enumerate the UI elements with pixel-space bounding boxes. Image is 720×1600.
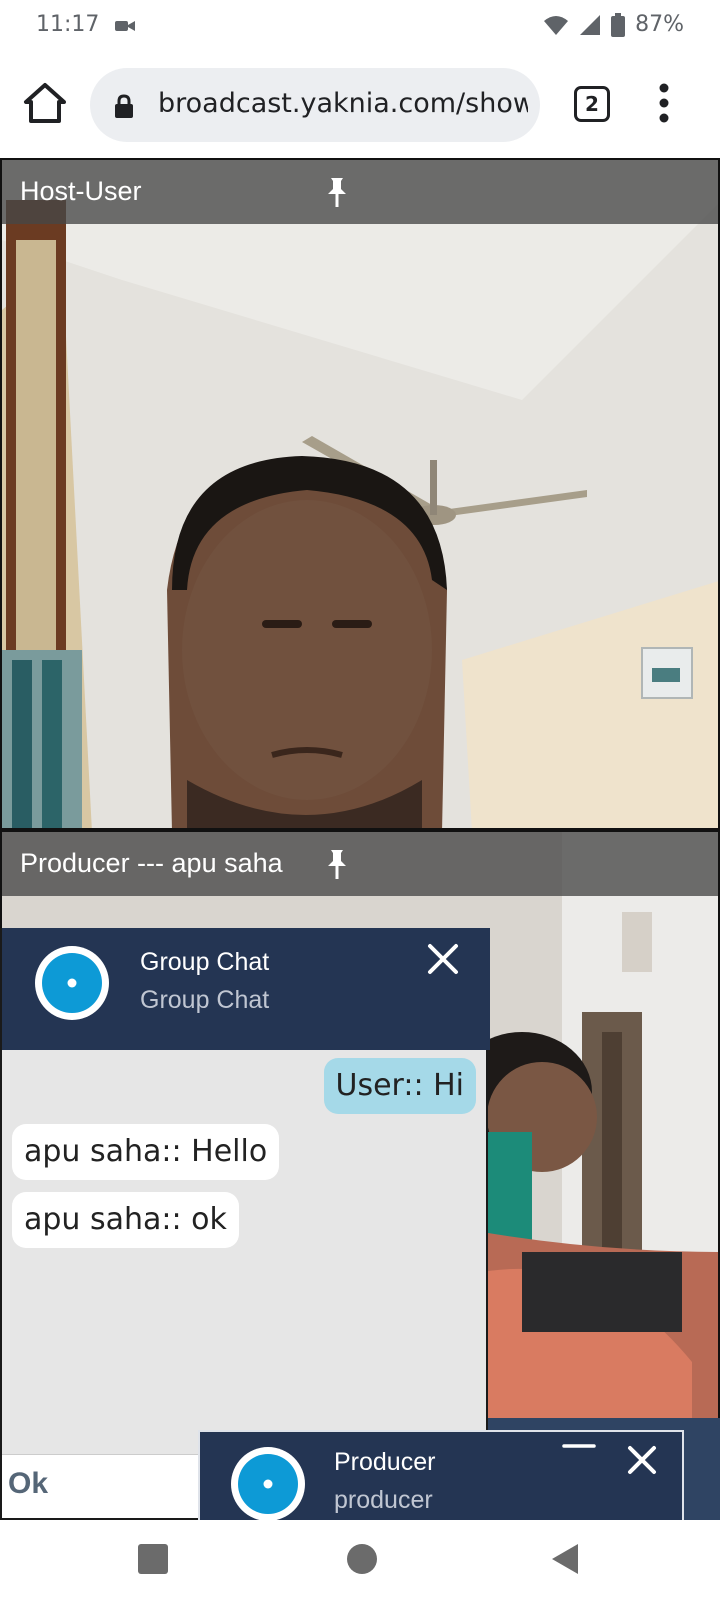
- group-chat-subtitle: Group Chat: [140, 986, 270, 1014]
- host-video[interactable]: Host-User: [0, 158, 720, 830]
- group-chat-header: Group Chat Group Chat: [2, 928, 490, 1050]
- status-time: 11:17: [36, 12, 100, 37]
- host-caption-bar: Host-User: [2, 160, 718, 224]
- producer-chat-title: Producer: [334, 1448, 436, 1476]
- group-chat-title: Group Chat: [140, 948, 270, 976]
- producer-chat-subtitle: producer: [334, 1486, 433, 1514]
- url-text[interactable]: broadcast.yaknia.com/show: [158, 88, 528, 119]
- status-right-group: 87%: [543, 12, 684, 37]
- video-call-icon: [115, 21, 135, 31]
- minimize-icon[interactable]: [562, 1438, 596, 1458]
- producer-caption-bar: Producer --- apu saha: [2, 832, 718, 896]
- close-icon[interactable]: [426, 942, 460, 976]
- status-bar: 11:17 87%: [0, 0, 720, 56]
- producer-caption: Producer --- apu saha: [20, 848, 283, 878]
- chat-avatar-icon: [35, 946, 109, 1020]
- chat-message-incoming: apu saha:: ok: [12, 1192, 239, 1248]
- battery-percent: 87%: [635, 12, 684, 37]
- host-caption: Host-User: [20, 176, 142, 206]
- battery-icon: [611, 12, 626, 37]
- close-icon[interactable]: [626, 1444, 658, 1476]
- pin-icon[interactable]: [324, 848, 350, 880]
- ok-button[interactable]: Ok: [8, 1467, 48, 1501]
- producer-chat-window[interactable]: Producer producer: [198, 1430, 684, 1520]
- home-icon[interactable]: [22, 80, 68, 126]
- wifi-icon: [544, 15, 569, 35]
- pin-icon[interactable]: [324, 176, 350, 208]
- lock-icon: [115, 94, 133, 118]
- chat-avatar-icon: [231, 1447, 305, 1520]
- address-bar[interactable]: broadcast.yaknia.com/show: [90, 68, 540, 142]
- signal-icon: [580, 14, 601, 35]
- recents-button[interactable]: [138, 1544, 168, 1574]
- chat-message-incoming: apu saha:: Hello: [12, 1124, 280, 1180]
- chat-message-outgoing: User:: Hi: [323, 1058, 476, 1114]
- home-button[interactable]: [347, 1544, 377, 1574]
- host-video-feed: [2, 160, 718, 828]
- browser-toolbar: broadcast.yaknia.com/show 2: [0, 56, 720, 156]
- overflow-menu-icon[interactable]: [654, 80, 674, 126]
- back-icon[interactable]: [550, 1542, 580, 1576]
- tab-switcher-button[interactable]: 2: [574, 86, 610, 122]
- system-nav-bar: [0, 1520, 720, 1600]
